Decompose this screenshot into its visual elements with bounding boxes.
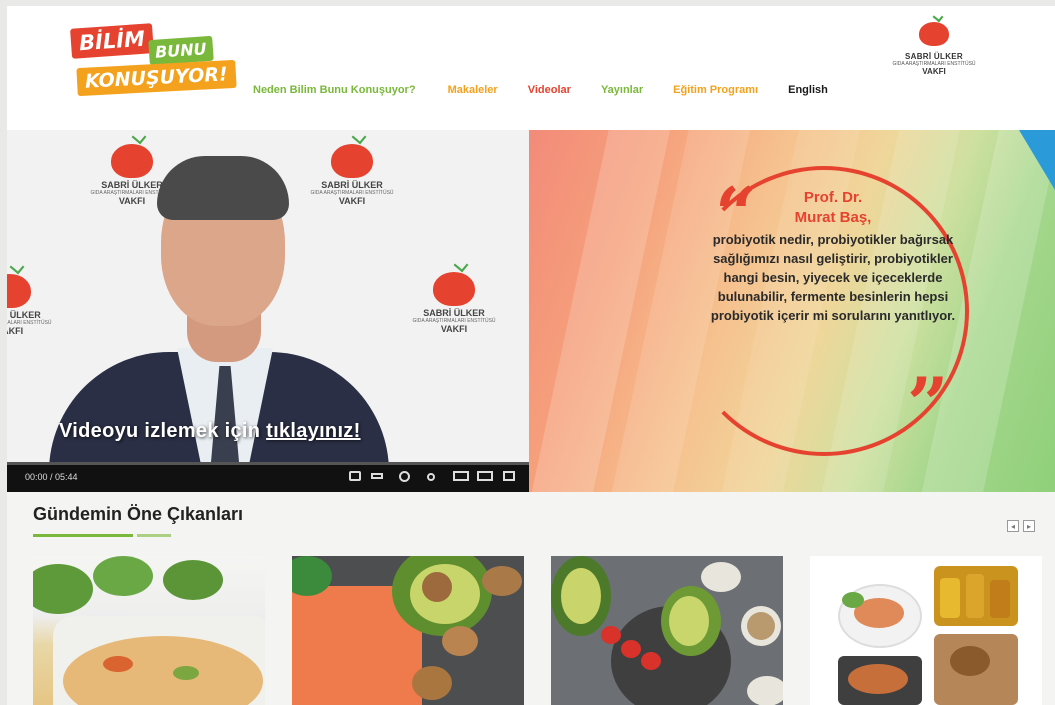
browser-frame: BİLİM BUNU KONUŞUYOR! Neden Bilim Bunu K… bbox=[7, 6, 1055, 705]
quote-text-block: Prof. Dr. Murat Baş, probiyotik nedir, p… bbox=[705, 188, 961, 325]
watermark-name: SABRİ ÜLKER bbox=[423, 308, 485, 318]
video-cta-text: Videoyu izlemek için bbox=[59, 420, 267, 442]
watermark: SABRİ ÜLKER GIDA ARAŞTIRMALARI ENSTİTÜSÜ… bbox=[399, 257, 509, 334]
subtitles-icon[interactable] bbox=[349, 471, 361, 481]
logo-word-bilim: BİLİM bbox=[70, 23, 154, 59]
main-nav: Neden Bilim Bunu Konuşuyor? Makaleler Vi… bbox=[253, 82, 858, 98]
nav-item-english[interactable]: English bbox=[788, 84, 828, 96]
prev-arrow-icon[interactable]: ◂ bbox=[1007, 520, 1019, 532]
nav-item-videolar[interactable]: Videolar bbox=[528, 84, 571, 96]
quote-body: probiyotik nedir, probiyotikler bağırsak… bbox=[710, 232, 956, 323]
sponsor-org: VAKFI bbox=[922, 67, 946, 76]
close-quote-icon: ” bbox=[907, 361, 949, 446]
highlight-card[interactable] bbox=[33, 556, 265, 705]
logo-word-konusuyor: KONUŞUYOR! bbox=[76, 59, 237, 97]
apple-icon bbox=[7, 259, 31, 308]
watermark-org: VAKFI bbox=[440, 324, 468, 334]
video-player[interactable]: SABRİ ÜLKER GIDA ARAŞTIRMALARI ENSTİTÜSÜ… bbox=[7, 130, 529, 492]
highlight-card[interactable] bbox=[810, 556, 1042, 705]
video-controls: 00:00 / 05:44 bbox=[7, 462, 529, 492]
captions-icon[interactable] bbox=[371, 473, 383, 479]
video-cta[interactable]: Videoyu izlemek için tıklayınız! bbox=[59, 420, 361, 443]
settings-icon[interactable] bbox=[399, 471, 410, 482]
site-header: BİLİM BUNU KONUŞUYOR! Neden Bilim Bunu K… bbox=[7, 6, 1055, 130]
title-underline bbox=[33, 534, 133, 537]
carousel-arrows: ◂ ▸ bbox=[1007, 520, 1035, 532]
quote-name: Murat Baş, bbox=[794, 209, 872, 226]
quote-banner[interactable]: “ ” Prof. Dr. Murat Baş, probiyotik nedi… bbox=[529, 130, 1055, 492]
section-title: Gündemin Öne Çıkanları bbox=[33, 504, 244, 524]
highlights-section: Gündemin Öne Çıkanları ◂ ▸ bbox=[7, 492, 1055, 705]
apple-icon bbox=[919, 11, 949, 46]
nav-item-yayinlar[interactable]: Yayınlar bbox=[601, 84, 643, 96]
quote-title: Prof. Dr. bbox=[803, 189, 863, 206]
fullscreen-icon[interactable] bbox=[503, 471, 515, 481]
sponsor-logo[interactable]: SABRİ ÜLKER GIDA ARAŞTIRMALARI ENSTİTÜSÜ… bbox=[879, 11, 989, 106]
miniplayer-icon[interactable] bbox=[453, 471, 469, 481]
apple-icon bbox=[433, 257, 475, 306]
highlight-card[interactable] bbox=[292, 556, 524, 705]
nav-item-egitim[interactable]: Eğitim Programı bbox=[673, 84, 758, 96]
sponsor-name: SABRİ ÜLKER bbox=[905, 52, 963, 61]
nav-item-makaleler[interactable]: Makaleler bbox=[448, 84, 498, 96]
highlight-card[interactable] bbox=[551, 556, 783, 705]
hero-banner: SABRİ ÜLKER GIDA ARAŞTIRMALARI ENSTİTÜSÜ… bbox=[7, 130, 1055, 492]
video-progress-bar[interactable] bbox=[7, 462, 529, 465]
site-logo[interactable]: BİLİM BUNU KONUŞUYOR! bbox=[65, 22, 237, 104]
nav-item-neden[interactable]: Neden Bilim Bunu Konuşuyor? bbox=[253, 84, 416, 96]
theater-mode-icon[interactable] bbox=[477, 471, 493, 481]
video-cta-link[interactable]: tıklayınız! bbox=[266, 420, 360, 442]
title-underline-accent bbox=[137, 534, 171, 537]
info-icon[interactable] bbox=[427, 473, 435, 481]
video-time: 00:00 / 05:44 bbox=[25, 472, 78, 482]
next-arrow-icon[interactable]: ▸ bbox=[1023, 520, 1035, 532]
